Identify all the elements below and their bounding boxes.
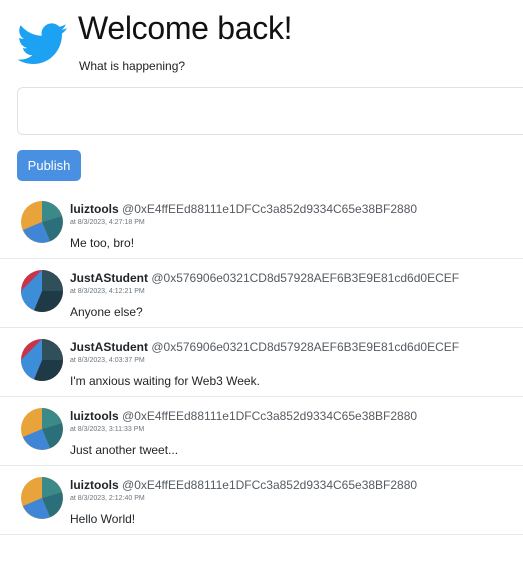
publish-button[interactable]: Publish <box>17 150 81 181</box>
twitter-bird-icon <box>18 23 68 64</box>
tweet-input[interactable] <box>17 87 523 135</box>
tweet-username[interactable]: luiztools <box>70 478 119 492</box>
tweet-username[interactable]: luiztools <box>70 409 119 423</box>
tweet-timestamp: at 8/3/2023, 2:12:40 PM <box>70 495 145 502</box>
tweet-item[interactable]: JustAStudent @0x576906e0321CD8d57928AEF6… <box>0 328 523 397</box>
luiztools-avatar[interactable] <box>20 476 64 520</box>
luiztools-avatar[interactable] <box>20 407 64 451</box>
tweet-address: @0xE4ffEEd88111e1DFCc3a852d9334C65e38BF2… <box>122 202 418 216</box>
tweet-text: Just another tweet... <box>70 443 179 457</box>
tweet-item[interactable]: JustAStudent @0x576906e0321CD8d57928AEF6… <box>0 259 523 328</box>
page-subtitle: What is happening? <box>79 59 186 73</box>
tweet-item[interactable]: luiztools @0xE4ffEEd88111e1DFCc3a852d933… <box>0 397 523 466</box>
justastudent-avatar[interactable] <box>20 269 64 313</box>
page-header: Welcome back! What is happening? <box>0 0 523 80</box>
tweet-address: @0xE4ffEEd88111e1DFCc3a852d9334C65e38BF2… <box>122 478 418 492</box>
tweet-meta: luiztools @0xE4ffEEd88111e1DFCc3a852d933… <box>70 202 417 216</box>
tweet-timestamp: at 8/3/2023, 4:03:37 PM <box>70 357 145 364</box>
tweet-username[interactable]: JustAStudent <box>70 271 148 285</box>
tweet-address: @0x576906e0321CD8d57928AEF6B3E9E81cd6d0E… <box>151 271 460 285</box>
tweet-address: @0xE4ffEEd88111e1DFCc3a852d9334C65e38BF2… <box>122 409 418 423</box>
tweet-text: I'm anxious waiting for Web3 Week. <box>70 374 260 388</box>
justastudent-avatar[interactable] <box>20 338 64 382</box>
tweet-feed: luiztools @0xE4ffEEd88111e1DFCc3a852d933… <box>0 190 523 535</box>
tweet-item[interactable]: luiztools @0xE4ffEEd88111e1DFCc3a852d933… <box>0 190 523 259</box>
page-title: Welcome back! <box>78 10 293 46</box>
tweet-meta: JustAStudent @0x576906e0321CD8d57928AEF6… <box>70 271 459 285</box>
tweet-text: Me too, bro! <box>70 236 135 250</box>
tweet-username[interactable]: luiztools <box>70 202 119 216</box>
tweet-timestamp: at 8/3/2023, 4:27:18 PM <box>70 219 145 226</box>
tweet-timestamp: at 8/3/2023, 3:11:33 PM <box>70 426 145 433</box>
tweet-timestamp: at 8/3/2023, 4:12:21 PM <box>70 288 145 295</box>
tweet-item[interactable]: luiztools @0xE4ffEEd88111e1DFCc3a852d933… <box>0 466 523 535</box>
tweet-meta: luiztools @0xE4ffEEd88111e1DFCc3a852d933… <box>70 409 417 423</box>
luiztools-avatar[interactable] <box>20 200 64 244</box>
tweet-meta: luiztools @0xE4ffEEd88111e1DFCc3a852d933… <box>70 478 417 492</box>
tweet-username[interactable]: JustAStudent <box>70 340 148 354</box>
tweet-text: Anyone else? <box>70 305 143 319</box>
tweet-address: @0x576906e0321CD8d57928AEF6B3E9E81cd6d0E… <box>151 340 460 354</box>
tweet-meta: JustAStudent @0x576906e0321CD8d57928AEF6… <box>70 340 459 354</box>
tweet-text: Hello World! <box>70 512 136 526</box>
